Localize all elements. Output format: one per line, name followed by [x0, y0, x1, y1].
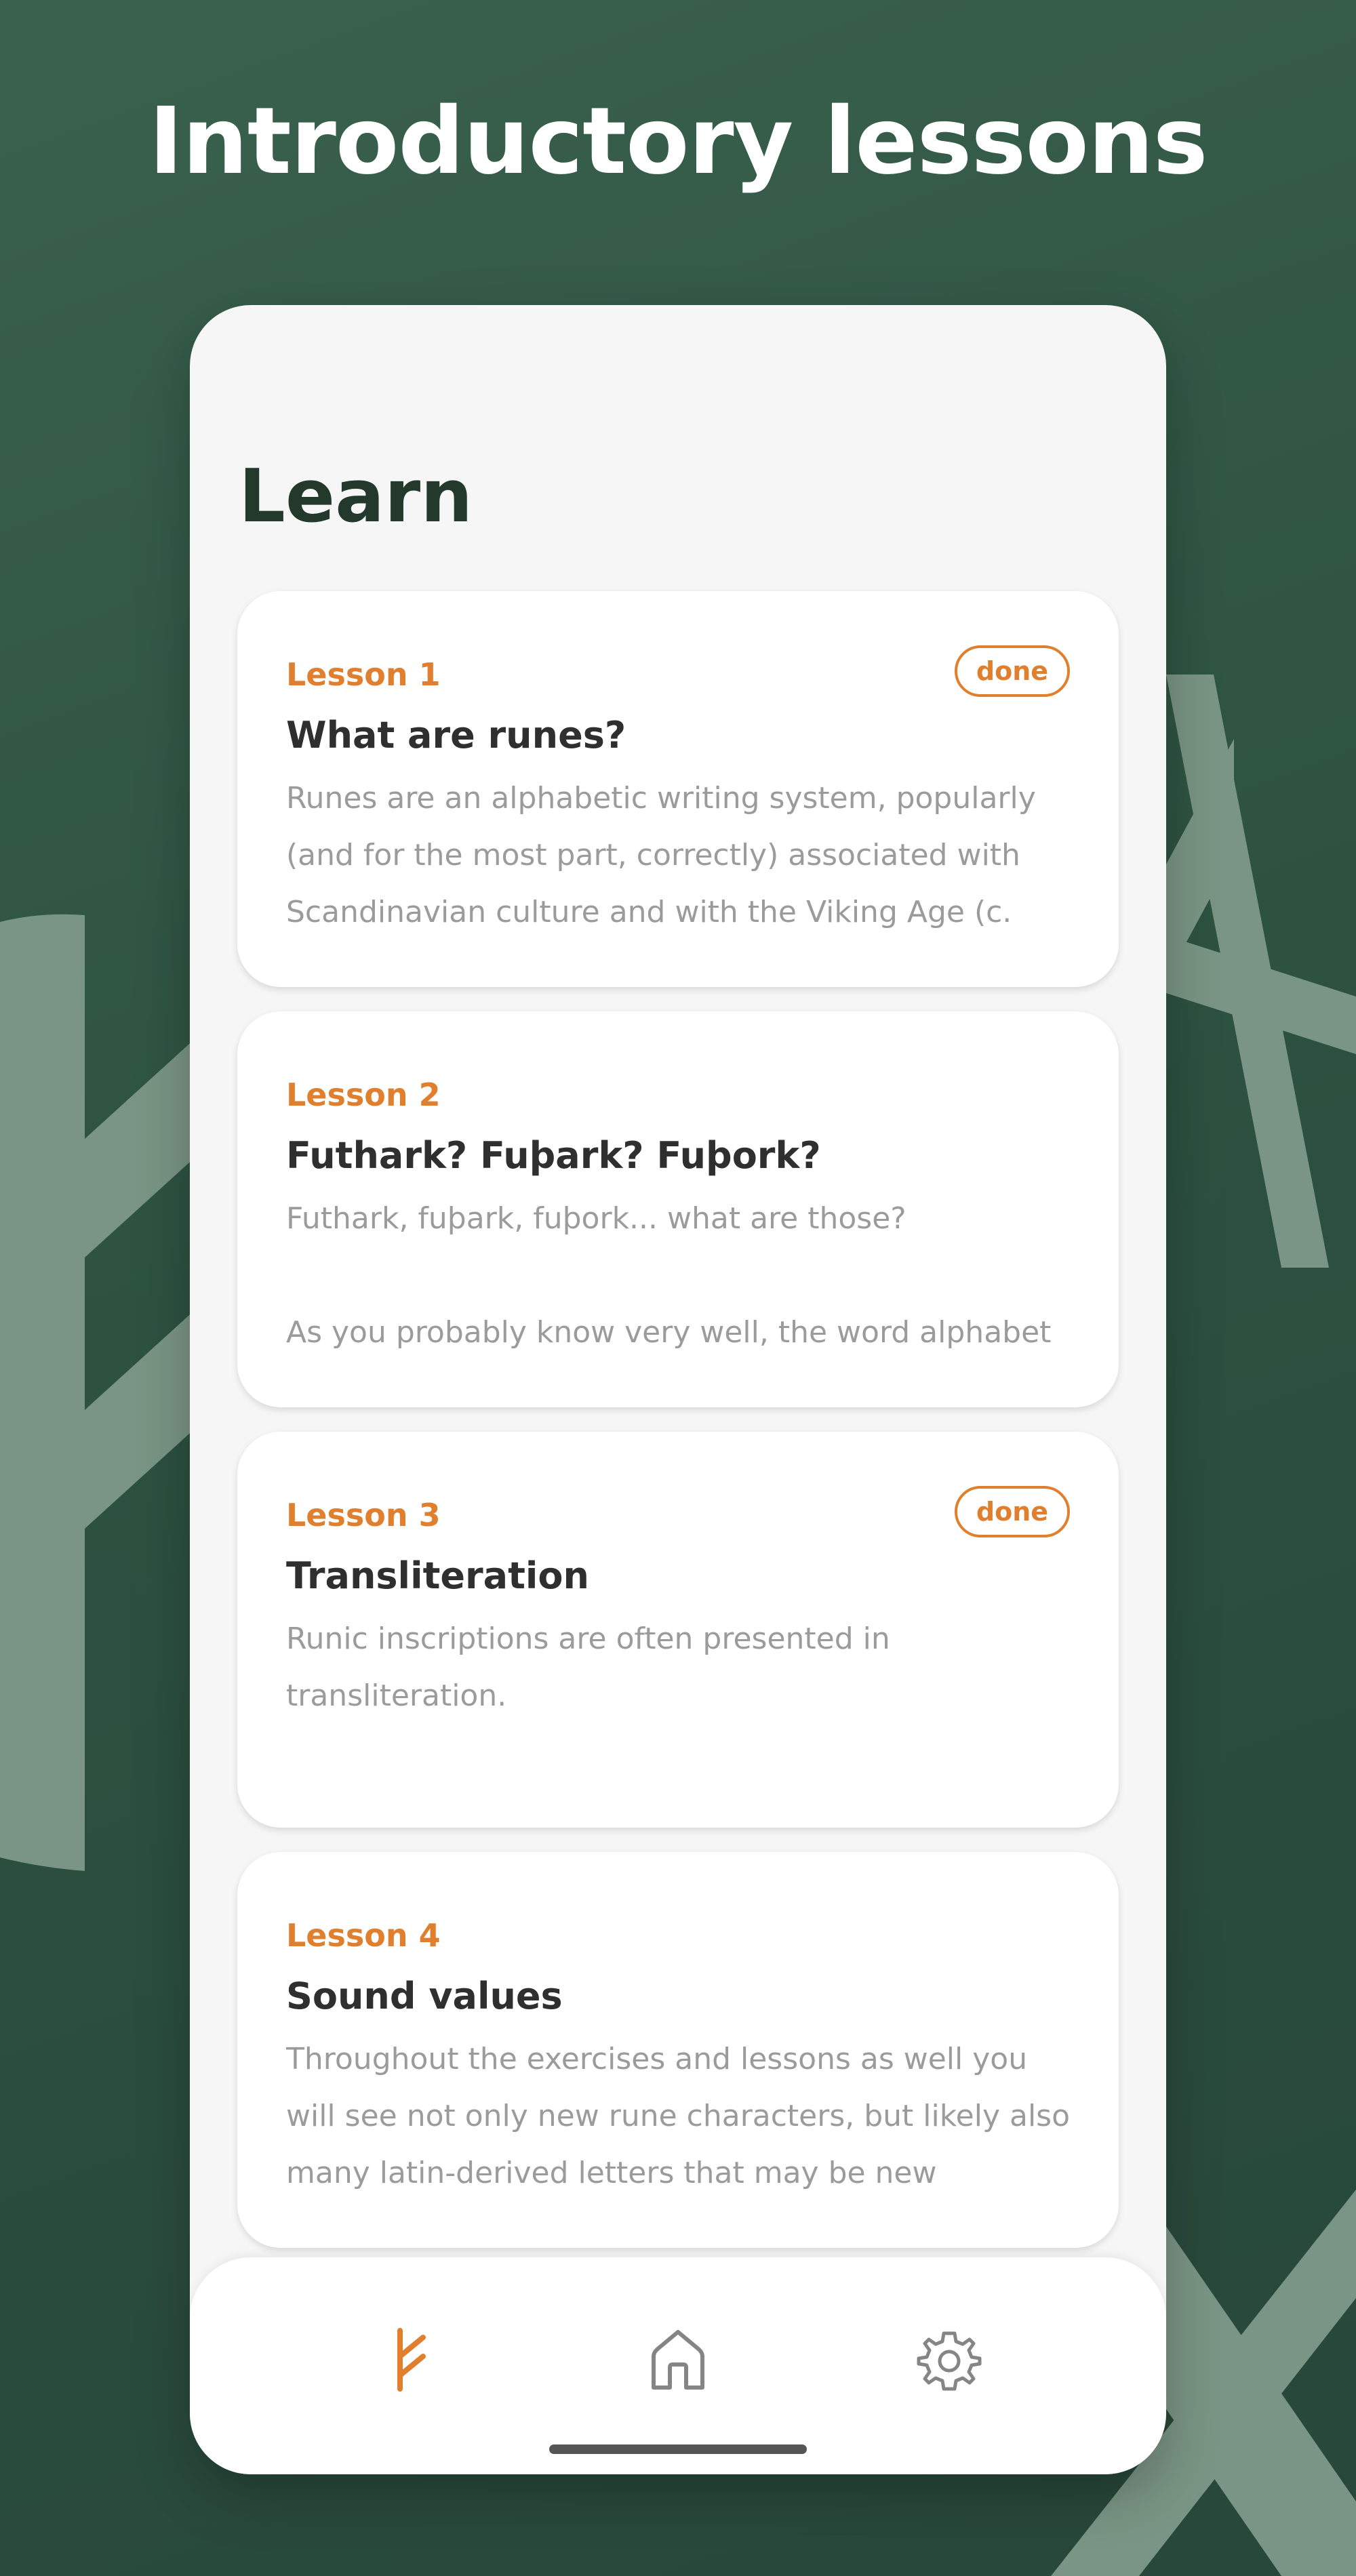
- lesson-card[interactable]: Lesson 3 done Transliteration Runic insc…: [237, 1432, 1119, 1828]
- lesson-number: Lesson 2: [286, 1076, 441, 1113]
- lesson-number: Lesson 1: [286, 656, 441, 693]
- nav-home-button[interactable]: [631, 2312, 725, 2407]
- screen-title: Learn: [239, 454, 473, 539]
- promo-headline: Introductory lessons: [148, 88, 1208, 195]
- settings-gear-icon: [917, 2331, 982, 2391]
- lesson-excerpt: Throughout the exercises and lessons as …: [286, 2042, 1070, 2190]
- lesson-card[interactable]: Lesson 2 Futhark? Fuþark? Fuþork? Futhar…: [237, 1011, 1119, 1407]
- lesson-title: Futhark? Fuþark? Fuþork?: [286, 1134, 821, 1177]
- bottom-navigation-bar: [190, 2257, 1166, 2474]
- rune-left: [0, 914, 85, 1871]
- lesson-excerpt: Runes are an alphabetic writing system, …: [286, 781, 1045, 929]
- rune-left-stroke-upper: [85, 1037, 197, 1257]
- lesson-title: Sound values: [286, 1975, 563, 2017]
- lesson-card[interactable]: Lesson 1 done What are runes? Runes are …: [237, 591, 1119, 987]
- phone-screen: Learn Lesson 1 done What are runes? Rune…: [190, 305, 1166, 2474]
- rune-fehu-icon: [397, 2328, 426, 2392]
- lesson-excerpt: Futhark, fuþark, fuþork... what are thos…: [286, 1201, 1052, 1350]
- lesson-title: Transliteration: [286, 1554, 589, 1597]
- home-icon: [652, 2330, 704, 2390]
- lesson-number: Lesson 3: [286, 1497, 441, 1533]
- nav-settings-button[interactable]: [902, 2312, 997, 2407]
- done-badge: done: [955, 645, 1070, 697]
- lesson-card[interactable]: Lesson 4 Sound values Throughout the exe…: [237, 1852, 1119, 2248]
- done-badge: done: [955, 1486, 1070, 1537]
- nav-learn-button[interactable]: [359, 2312, 454, 2407]
- lesson-title: What are runes?: [286, 714, 626, 757]
- rune-left-stroke-lower: [85, 1308, 197, 1529]
- lesson-number: Lesson 4: [286, 1917, 441, 1954]
- lesson-list: Lesson 1 done What are runes? Runes are …: [237, 591, 1119, 2272]
- home-indicator-bar: [549, 2444, 807, 2454]
- lesson-excerpt: Runic inscriptions are often presented i…: [286, 1622, 900, 1713]
